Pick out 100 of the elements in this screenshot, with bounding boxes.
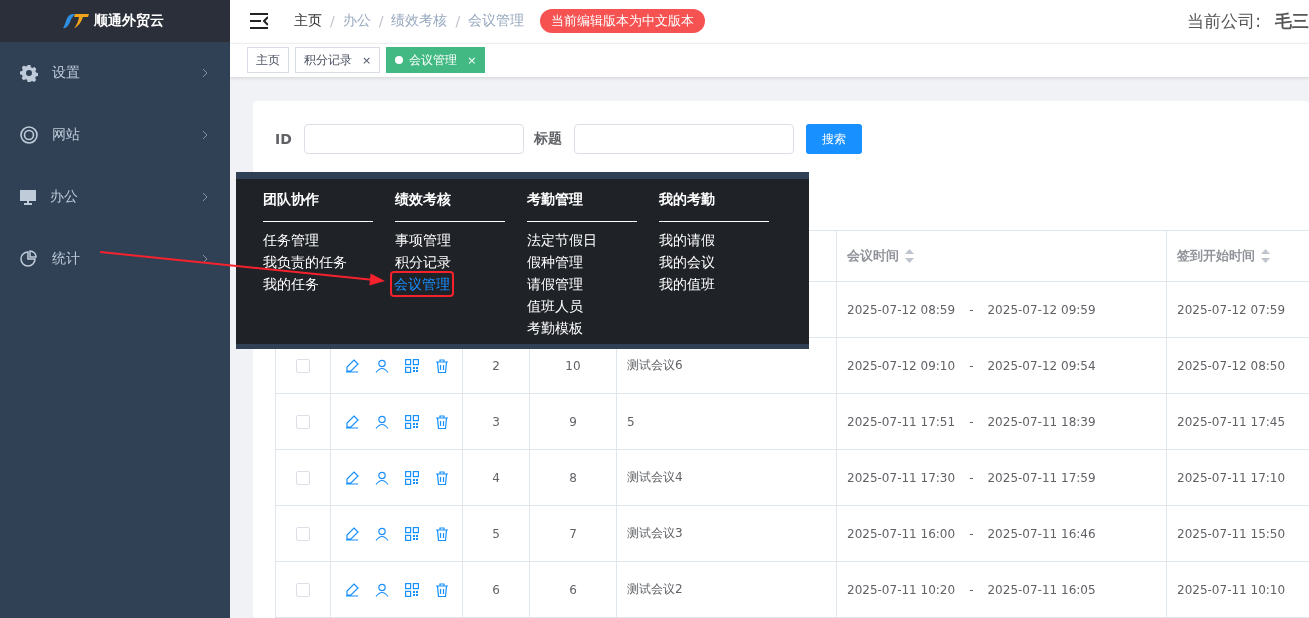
user-icon[interactable]	[374, 582, 389, 597]
gear-icon	[20, 64, 38, 82]
row-checkbox[interactable]	[296, 470, 310, 485]
lifebuoy-icon	[20, 126, 38, 144]
end-time: 2025-07-12 09:54	[987, 358, 1096, 373]
menu-item[interactable]: 请假管理	[527, 273, 583, 295]
trash-icon[interactable]	[434, 358, 449, 373]
time-separator: -	[969, 470, 974, 485]
row-checkbox[interactable]	[296, 414, 310, 429]
qr-code-icon[interactable]	[404, 414, 419, 429]
sidebar-item[interactable]: 统计	[0, 228, 230, 290]
menu-item[interactable]: 法定节假日	[527, 229, 597, 251]
row-checkbox[interactable]	[296, 358, 310, 373]
qr-code-icon[interactable]	[404, 582, 419, 597]
table-cell: 6	[529, 561, 617, 618]
start-time: 2025-07-11 17:30	[847, 470, 956, 485]
table-cell: 9	[529, 393, 617, 450]
user-icon[interactable]	[374, 358, 389, 373]
edit-icon[interactable]	[344, 582, 359, 597]
start-time: 2025-07-12 09:10	[847, 358, 956, 373]
breadcrumb-link[interactable]: 主页	[294, 12, 322, 31]
chevron-right-icon	[202, 68, 208, 78]
time-separator: -	[969, 302, 974, 317]
company-label: 当前公司:	[1187, 9, 1261, 33]
start-time: 2025-07-11 10:20	[847, 582, 956, 597]
menu-item[interactable]: 任务管理	[263, 229, 319, 251]
start-time: 2025-07-11 16:00	[847, 526, 956, 541]
breadcrumb-separator: /	[378, 13, 384, 30]
user-icon[interactable]	[374, 526, 389, 541]
row-checkbox[interactable]	[296, 582, 310, 597]
trash-icon[interactable]	[434, 526, 449, 541]
table-cell: 5	[616, 393, 837, 450]
sidebar-item[interactable]: 设置	[0, 42, 230, 104]
edit-icon[interactable]	[344, 414, 359, 429]
table-cell: 4	[462, 449, 530, 506]
edit-icon[interactable]	[344, 526, 359, 541]
table-cell: 测试会议2	[616, 561, 837, 618]
monitor-icon	[20, 189, 36, 205]
trash-icon[interactable]	[434, 582, 449, 597]
edit-icon[interactable]	[344, 358, 359, 373]
time-separator: -	[969, 526, 974, 541]
end-time: 2025-07-11 18:39	[987, 414, 1096, 429]
menu-item[interactable]: 值班人员	[527, 295, 583, 317]
table-cell: 测试会议4	[616, 449, 837, 506]
table-cell: 测试会议3	[616, 505, 837, 562]
qr-code-icon[interactable]	[404, 470, 419, 485]
edit-icon[interactable]	[344, 470, 359, 485]
logo-icon	[60, 12, 91, 30]
menu-item[interactable]: 假种管理	[527, 251, 583, 273]
active-dot-icon	[395, 56, 404, 65]
user-icon[interactable]	[374, 470, 389, 485]
sidebar-item[interactable]: 办公	[0, 166, 230, 228]
menu-heading: 团队协作	[263, 191, 373, 222]
pie-chart-icon	[20, 250, 38, 268]
menu-heading: 绩效考核	[395, 191, 505, 222]
trash-icon[interactable]	[434, 414, 449, 429]
company-name: 毛三	[1275, 9, 1309, 33]
sidebar-item[interactable]: 网站	[0, 104, 230, 166]
menu-item[interactable]: 事项管理	[395, 229, 451, 251]
table-cell: 6	[462, 561, 530, 618]
chevron-right-icon	[202, 192, 208, 202]
user-icon[interactable]	[374, 414, 389, 429]
time-separator: -	[969, 358, 974, 373]
sort-icon[interactable]	[905, 249, 914, 263]
menu-fold-icon[interactable]	[250, 13, 268, 30]
version-badge: 当前编辑版本为中文版本	[540, 9, 706, 34]
time-separator: -	[969, 582, 974, 597]
logo-text: 顺通外贸云	[93, 12, 164, 30]
menu-item[interactable]: 我的任务	[263, 273, 319, 295]
table-cell: 8	[529, 449, 617, 506]
start-time: 2025-07-12 08:59	[847, 302, 956, 317]
field-label: 标题	[533, 130, 562, 148]
end-time: 2025-07-11 17:59	[987, 470, 1096, 485]
close-tab-button[interactable]: ×	[362, 53, 372, 67]
menu-item[interactable]: 考勤模板	[527, 317, 583, 339]
menu-item[interactable]: 我负责的任务	[263, 251, 347, 273]
qr-code-icon[interactable]	[404, 358, 419, 373]
menu-item[interactable]: 积分记录	[395, 251, 451, 273]
menu-item[interactable]: 我的请假	[659, 229, 715, 251]
menu-heading: 我的考勤	[659, 191, 769, 222]
chevron-right-icon	[202, 130, 208, 140]
breadcrumb-separator: /	[455, 13, 461, 30]
end-time: 2025-07-12 09:59	[987, 302, 1096, 317]
page-tab[interactable]: 主页	[247, 47, 289, 74]
table-cell: 5	[462, 505, 530, 562]
search-input-field[interactable]	[573, 124, 794, 154]
menu-item[interactable]: 我的会议	[659, 251, 715, 273]
start-time: 2025-07-11 17:51	[847, 414, 956, 429]
qr-code-icon[interactable]	[404, 526, 419, 541]
page-tab[interactable]: 积分记录 ×	[295, 47, 381, 74]
sort-icon[interactable]	[1261, 249, 1270, 263]
trash-icon[interactable]	[434, 470, 449, 485]
menu-heading: 考勤管理	[527, 191, 637, 222]
chevron-right-icon	[202, 254, 208, 264]
search-input-field[interactable]	[303, 124, 524, 154]
row-checkbox[interactable]	[296, 526, 310, 541]
table-cell: 7	[529, 505, 617, 562]
menu-item[interactable]: 会议管理	[392, 273, 452, 295]
menu-item[interactable]: 我的值班	[659, 273, 715, 295]
table-cell: 3	[462, 393, 530, 450]
